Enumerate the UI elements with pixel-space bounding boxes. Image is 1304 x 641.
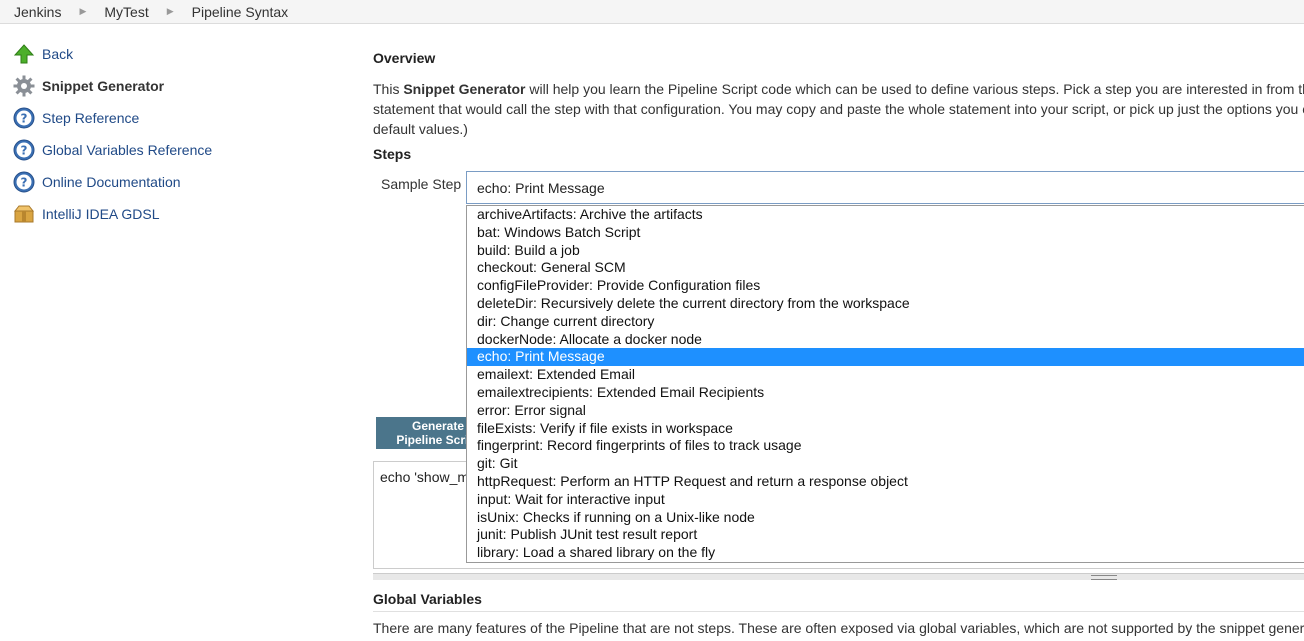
dropdown-option[interactable]: error: Error signal [467,402,1304,420]
sidebar-item-label: Back [42,46,74,62]
dropdown-option[interactable]: build: Build a job [467,242,1304,260]
overview-text-pre: This [373,81,404,97]
sample-step-label: Sample Step [381,176,462,192]
dropdown-option[interactable]: dir: Change current directory [467,313,1304,331]
gear-icon [12,74,36,98]
sidebar-item-label: IntelliJ IDEA GDSL [42,206,160,222]
global-variables-title: Global Variables [373,591,482,607]
resize-grip-icon[interactable] [1091,575,1117,580]
dropdown-option[interactable]: httpRequest: Perform an HTTP Request and… [467,473,1304,491]
dropdown-option[interactable]: git: Git [467,455,1304,473]
steps-title: Steps [373,146,412,162]
dropdown-option[interactable]: configFileProvider: Provide Configuratio… [467,277,1304,295]
textarea-resize-bar[interactable] [373,573,1304,580]
dropdown-option[interactable]: checkout: General SCM [467,259,1304,277]
divider [373,611,1304,612]
dropdown-option[interactable]: library: Load a shared library on the fl… [467,544,1304,562]
breadcrumb-pipeline-syntax[interactable]: Pipeline Syntax [188,4,293,20]
breadcrumb-jenkins[interactable]: Jenkins [10,4,65,20]
global-variables-text: There are many features of the Pipeline … [373,620,1304,636]
help-icon: ? [12,138,36,162]
dropdown-option[interactable]: deleteDir: Recursively delete the curren… [467,295,1304,313]
chevron-right-icon[interactable]: ▶ [153,6,188,17]
dropdown-option[interactable]: dockerNode: Allocate a docker node [467,331,1304,349]
sidebar-item-back[interactable]: Back [0,38,340,70]
dropdown-option[interactable]: isUnix: Checks if running on a Unix-like… [467,509,1304,527]
dropdown-option[interactable]: archiveArtifacts: Archive the artifacts [467,206,1304,224]
sidebar-item-label: Online Documentation [42,174,181,190]
sample-step-dropdown[interactable]: archiveArtifacts: Archive the artifacts b… [466,205,1304,563]
dropdown-option[interactable]: fingerprint: Record fingerprints of file… [467,437,1304,455]
sample-step-selected-value: echo: Print Message [477,179,605,196]
dropdown-option[interactable]: bat: Windows Batch Script [467,224,1304,242]
svg-text:?: ? [21,176,28,190]
up-arrow-icon [12,42,36,66]
sidebar-item-global-variables-reference[interactable]: ? Global Variables Reference [0,134,340,166]
sample-step-select[interactable]: echo: Print Message [466,171,1304,204]
dropdown-option[interactable]: emailextrecipients: Extended Email Recip… [467,384,1304,402]
overview-text: This Snippet Generator will help you lea… [373,79,1304,139]
package-icon [12,202,36,226]
sidebar-item-step-reference[interactable]: ? Step Reference [0,102,340,134]
help-icon: ? [12,106,36,130]
breadcrumb-mytest[interactable]: MyTest [100,4,152,20]
dropdown-option[interactable]: fileExists: Verify if file exists in wor… [467,420,1304,438]
help-icon: ? [12,170,36,194]
sidebar-item-intellij-idea-gdsl[interactable]: IntelliJ IDEA GDSL [0,198,340,230]
dropdown-option[interactable]: junit: Publish JUnit test result report [467,526,1304,544]
sidebar-item-online-documentation[interactable]: ? Online Documentation [0,166,340,198]
sidebar-item-label: Snippet Generator [42,78,165,94]
sidebar-item-label: Global Variables Reference [42,142,213,158]
dropdown-option[interactable]: emailext: Extended Email [467,366,1304,384]
svg-text:?: ? [21,144,28,158]
chevron-right-icon[interactable]: ▶ [65,6,100,17]
breadcrumb: Jenkins ▶ MyTest ▶ Pipeline Syntax [0,0,1304,24]
overview-text-bold: Snippet Generator [403,81,526,97]
sidebar: Back Snippet Generator ? Step Reference … [0,38,340,230]
sidebar-item-snippet-generator[interactable]: Snippet Generator [0,70,340,102]
dropdown-option[interactable]: input: Wait for interactive input [467,491,1304,509]
dropdown-option[interactable]: echo: Print Message [467,348,1304,367]
sidebar-item-label: Step Reference [42,110,140,126]
svg-text:?: ? [21,112,28,126]
overview-title: Overview [373,50,436,66]
